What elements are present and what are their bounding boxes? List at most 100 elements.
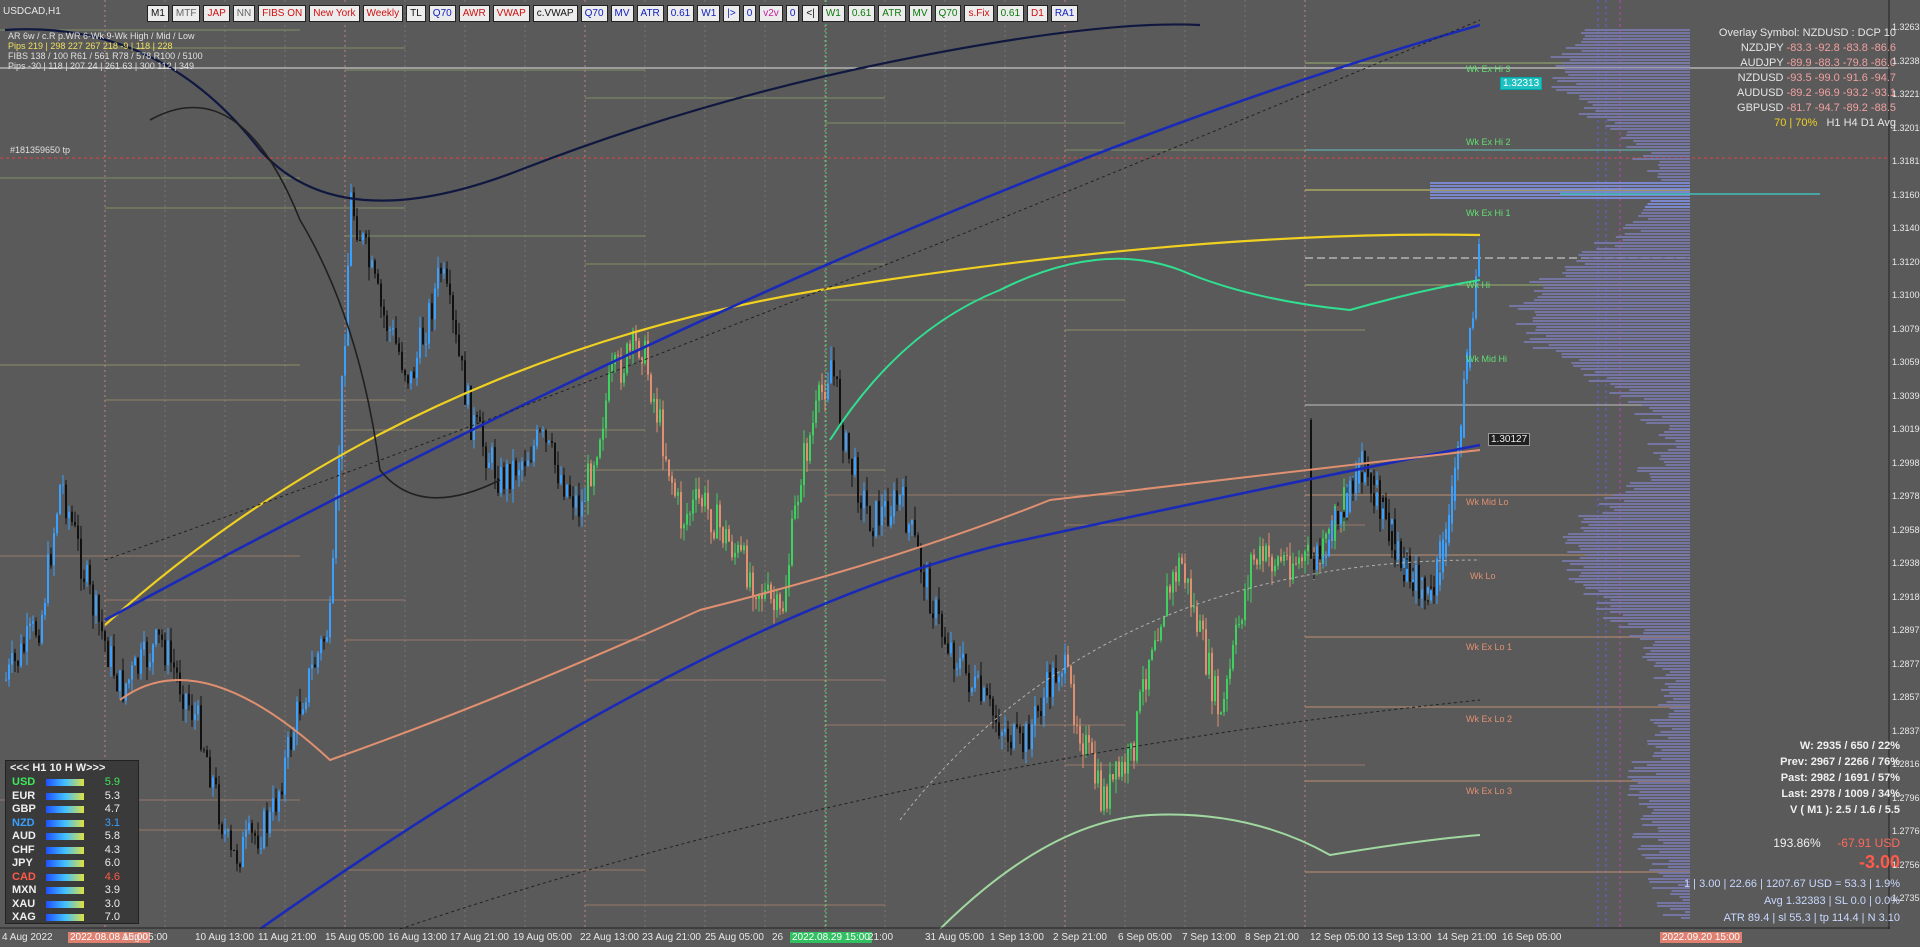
indicator-toolbar: M1 MTF JAP NN FIBS ON New York Weekly TL Q70 AWR V… bbox=[147, 5, 1079, 22]
label-wk-hi: Wk Hi bbox=[1466, 280, 1490, 290]
toolbar-button-13[interactable]: MV bbox=[610, 5, 634, 22]
price-chart[interactable] bbox=[0, 0, 1920, 947]
strength-bar bbox=[46, 806, 84, 814]
toolbar-button-19[interactable]: v2v bbox=[759, 5, 783, 22]
strength-currency: CHF bbox=[12, 843, 35, 856]
strength-value: 4.3 bbox=[104, 843, 120, 856]
toolbar-button-2[interactable]: JAP bbox=[203, 5, 230, 22]
toolbar-button-22[interactable]: W1 bbox=[821, 5, 845, 22]
price-tick: 1.27355 bbox=[1892, 893, 1920, 903]
toolbar-button-14[interactable]: ATR bbox=[636, 5, 664, 22]
overlay-symbol: NZDJPY bbox=[1740, 42, 1787, 54]
strength-currency: EUR bbox=[12, 789, 36, 802]
toolbar-button-7[interactable]: TL bbox=[406, 5, 426, 22]
strength-currency: MXN bbox=[12, 884, 37, 896]
toolbar-button-11[interactable]: c.VWAP bbox=[532, 5, 578, 22]
price-tick: 1.31605 bbox=[1892, 189, 1920, 200]
strength-bar bbox=[46, 914, 84, 922]
toolbar-button-8[interactable]: Q70 bbox=[428, 5, 456, 22]
price-tick: 1.30595 bbox=[1892, 357, 1920, 367]
toolbar-button-23[interactable]: 0.61 bbox=[847, 5, 876, 22]
strength-currency: CAD bbox=[12, 870, 36, 883]
toolbar-button-10[interactable]: VWAP bbox=[492, 5, 530, 22]
strength-header[interactable]: <<< H1 10 H W>>> bbox=[6, 761, 138, 776]
strength-currency: AUD bbox=[12, 830, 36, 842]
toolbar-button-15[interactable]: 0.61 bbox=[666, 5, 695, 22]
label-wk-mid-lo: Wk Mid Lo bbox=[1466, 497, 1509, 507]
mid-price-tag: 1.30127 bbox=[1488, 433, 1531, 446]
stats-line: Last: 2978 / 1009 / 34% bbox=[1781, 788, 1900, 800]
price-axis[interactable]: 1.32635 1.32383 1.32210 1.32010 1.31810 1.316… bbox=[1890, 0, 1920, 929]
toolbar-button-24[interactable]: ATR bbox=[878, 5, 906, 22]
label-wk-mid-hi: Wk Mid Hi bbox=[1466, 354, 1507, 364]
time-axis[interactable]: 4 Aug 2022 2022.08.08 15:00 Aug 05:00 10 Au… bbox=[0, 929, 1920, 947]
strength-value: 3.9 bbox=[104, 884, 120, 896]
toolbar-button-18[interactable]: 0 bbox=[742, 5, 757, 22]
toolbar-button-4[interactable]: FIBS ON bbox=[258, 5, 307, 22]
price-tick: 1.30795 bbox=[1892, 323, 1920, 334]
toolbar-button-0[interactable]: M1 bbox=[147, 5, 169, 22]
toolbar-button-29[interactable]: D1 bbox=[1027, 5, 1048, 22]
toolbar-button-6[interactable]: Weekly bbox=[362, 5, 404, 22]
price-tick: 1.29380 bbox=[1892, 558, 1920, 568]
strength-value: 5.9 bbox=[104, 776, 120, 788]
strength-bar bbox=[46, 846, 84, 854]
stats-line: W: 2935 / 650 / 22% bbox=[1799, 740, 1900, 752]
time-tick: 16 Aug 13:00 bbox=[388, 932, 447, 943]
overlay-values: -81.7 -94.7 -89.2 -88.5 bbox=[1786, 102, 1896, 114]
overlay-row: GBPUSD -81.7 -94.7 -89.2 -88.5 bbox=[1719, 101, 1896, 116]
toolbar-button-26[interactable]: Q70 bbox=[934, 5, 962, 22]
strength-row: XAU 3.0 bbox=[6, 898, 138, 912]
strength-bar bbox=[46, 792, 84, 800]
toolbar-button-27[interactable]: s.Fix bbox=[964, 5, 994, 22]
time-tick: 13 Sep 13:00 bbox=[1372, 932, 1432, 943]
overlay-symbol: GBPUSD bbox=[1737, 102, 1787, 114]
chart-canvas bbox=[0, 0, 1890, 929]
trade-info-line: 1 | 3.00 | 22.66 | 1207.67 USD = 53.3 | … bbox=[1684, 878, 1900, 890]
price-tick: 1.31405 bbox=[1892, 223, 1920, 233]
toolbar-button-20[interactable]: 0 bbox=[785, 5, 800, 22]
toolbar-button-30[interactable]: RA1 bbox=[1050, 5, 1079, 22]
toolbar-button-1[interactable]: MTF bbox=[171, 5, 201, 22]
price-tick: 1.28775 bbox=[1892, 658, 1920, 669]
toolbar-button-9[interactable]: AWR bbox=[458, 5, 490, 22]
strength-bar bbox=[46, 887, 84, 895]
toolbar-button-3[interactable]: NN bbox=[232, 5, 256, 22]
toolbar-button-21[interactable]: <| bbox=[802, 5, 819, 22]
label-wk-ex-hi-2: Wk Ex Hi 2 bbox=[1466, 137, 1511, 147]
strength-bar bbox=[46, 833, 84, 841]
time-tick: 16 Sep 05:00 bbox=[1502, 932, 1562, 943]
strength-currency: GBP bbox=[12, 803, 36, 815]
price-tick: 1.29785 bbox=[1892, 491, 1920, 501]
toolbar-button-16[interactable]: W1 bbox=[697, 5, 721, 22]
strength-value: 7.0 bbox=[104, 911, 120, 923]
toolbar-button-28[interactable]: 0.61 bbox=[996, 5, 1025, 22]
strength-row: NZD 3.1 bbox=[6, 817, 138, 831]
toolbar-button-25[interactable]: MV bbox=[908, 5, 932, 22]
price-tick: 1.28570 bbox=[1892, 692, 1920, 702]
price-tick: 1.27560 bbox=[1892, 859, 1920, 870]
time-tick: 2 Sep 21:00 bbox=[1053, 932, 1107, 943]
overlay-row: AUDJPY -89.9 -88.3 -79.8 -86.0 bbox=[1719, 56, 1896, 71]
price-tick: 1.32010 bbox=[1892, 122, 1920, 133]
time-tick: 2022.09.20 15:00 bbox=[1660, 932, 1742, 943]
strength-value: 3.1 bbox=[104, 816, 120, 829]
info-fibs-row: FIBS 138 / 100 R61 / 561 R78 / 578 R100 … bbox=[8, 51, 203, 61]
toolbar-button-17[interactable]: |> bbox=[723, 5, 740, 22]
strength-bar bbox=[46, 873, 84, 881]
price-tick: 1.27760 bbox=[1892, 826, 1920, 836]
overlay-row: AUDUSD -89.2 -96.9 -93.2 -93.1 bbox=[1719, 86, 1896, 101]
label-wk-ex-hi-3: Wk Ex Hi 3 bbox=[1466, 64, 1511, 74]
time-tick: 4 Aug 2022 bbox=[2, 932, 53, 943]
pnl-percent: 193.86% bbox=[1773, 836, 1821, 850]
overlay-symbol: AUDUSD bbox=[1737, 87, 1787, 99]
strength-bar bbox=[46, 900, 84, 908]
trade-info-line: ATR 89.4 | sl 55.3 | tp 114.4 | N 3.10 bbox=[1723, 912, 1900, 924]
currency-strength-panel: <<< H1 10 H W>>> USD 5.9 EUR 5.3 GBP 4.7 NZD 3.… bbox=[5, 760, 139, 924]
toolbar-button-12[interactable]: Q70 bbox=[580, 5, 608, 22]
toolbar-button-5[interactable]: New York bbox=[309, 5, 360, 22]
ticket-label: #181359650 tp bbox=[10, 145, 71, 155]
strength-bar bbox=[46, 779, 84, 787]
strength-value: 3.0 bbox=[104, 897, 120, 910]
label-wk-lo: Wk Lo bbox=[1470, 571, 1496, 581]
